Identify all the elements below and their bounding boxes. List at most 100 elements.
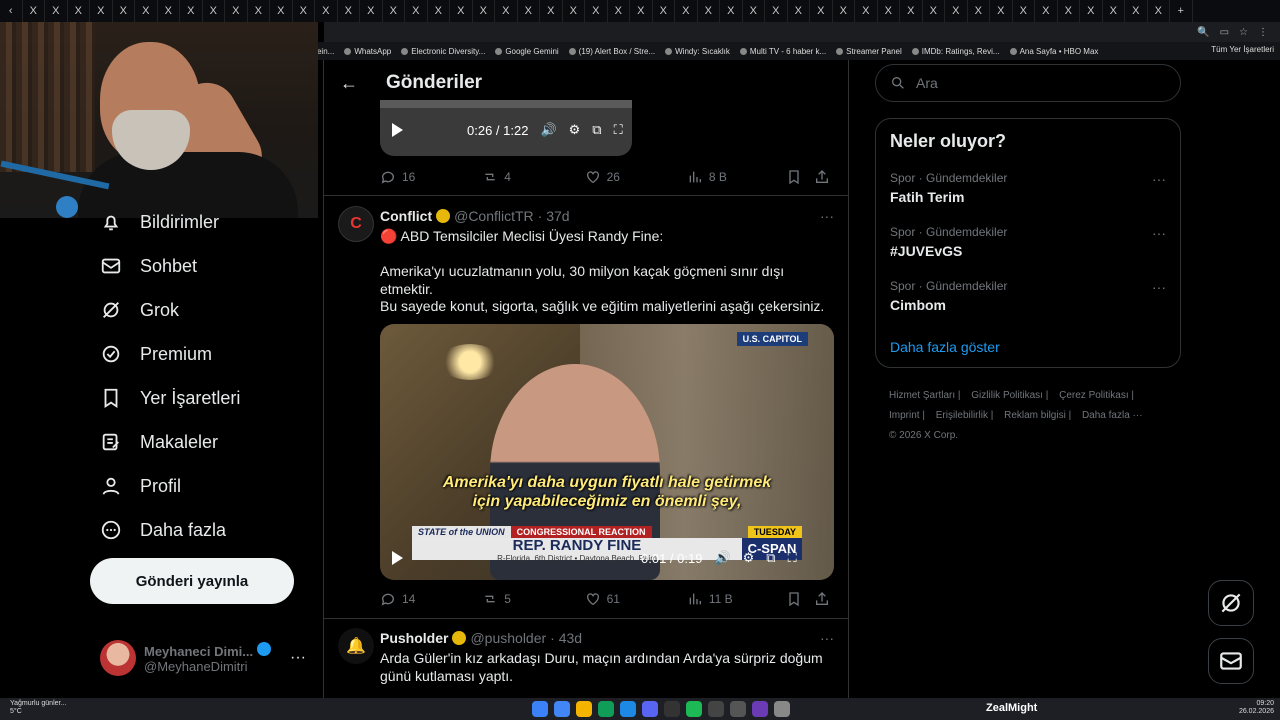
browser-tab[interactable]: X: [1148, 0, 1170, 22]
footer-link[interactable]: Imprint |: [889, 410, 925, 421]
browser-tab[interactable]: X: [315, 0, 338, 22]
spotify-icon[interactable]: [686, 701, 702, 717]
app-icon[interactable]: [598, 701, 614, 717]
browser-tab[interactable]: X: [585, 0, 608, 22]
nav-item-6[interactable]: Profil: [90, 464, 320, 508]
footer-link[interactable]: Hizmet Şartları |: [889, 390, 961, 401]
footer-link[interactable]: Gizlilik Politikası |: [971, 390, 1048, 401]
browser-tab[interactable]: X: [675, 0, 698, 22]
app-icon[interactable]: [664, 701, 680, 717]
browser-tab[interactable]: X: [248, 0, 270, 22]
app-icon[interactable]: [730, 701, 746, 717]
browser-tab[interactable]: X: [360, 0, 383, 22]
bookmark-item[interactable]: Google Gemini: [491, 47, 564, 56]
repost-button[interactable]: 5: [482, 591, 584, 607]
browser-tab[interactable]: X: [203, 0, 225, 22]
weather-widget[interactable]: Yağmurlu günler... 5°C: [10, 700, 66, 716]
browser-tab[interactable]: X: [630, 0, 653, 22]
trend-more-icon[interactable]: ···: [1152, 225, 1166, 241]
app-icon[interactable]: [752, 701, 768, 717]
extensions-icon[interactable]: ⋮: [1258, 27, 1268, 38]
browser-tab[interactable]: X: [135, 0, 158, 22]
browser-tab[interactable]: X: [495, 0, 518, 22]
nav-item-2[interactable]: Grok: [90, 288, 320, 332]
browser-tab[interactable]: X: [743, 0, 765, 22]
browser-tab[interactable]: X: [720, 0, 743, 22]
back-arrow-icon[interactable]: ←: [340, 73, 358, 94]
nav-item-7[interactable]: Daha fazla: [90, 508, 320, 552]
trend-item[interactable]: Spor · Gündemdekiler Fatih Terim ···: [890, 171, 1166, 205]
footer-link[interactable]: Erişilebilirlik |: [936, 410, 994, 421]
browser-tab[interactable]: X: [1103, 0, 1125, 22]
chrome-icon[interactable]: [554, 701, 570, 717]
views-button[interactable]: 11 B: [687, 591, 786, 607]
post2-author[interactable]: Conflict: [380, 208, 432, 224]
post3-handle[interactable]: @pusholder: [470, 630, 546, 646]
pusholder-avatar[interactable]: 🔔: [338, 628, 374, 664]
browser-tab[interactable]: X: [1125, 0, 1148, 22]
browser-tab[interactable]: X: [765, 0, 788, 22]
post3-age[interactable]: · 43d: [550, 630, 582, 646]
browser-tab[interactable]: X: [810, 0, 833, 22]
nav-item-3[interactable]: Premium: [90, 332, 320, 376]
browser-tab[interactable]: X: [180, 0, 203, 22]
browser-tab[interactable]: X: [383, 0, 405, 22]
browser-tab[interactable]: X: [608, 0, 630, 22]
browser-tab[interactable]: X: [405, 0, 428, 22]
browser-tab[interactable]: X: [428, 0, 450, 22]
all-bookmarks[interactable]: Tüm Yer İşaretleri: [1211, 45, 1274, 54]
like-button[interactable]: 61: [585, 591, 687, 607]
post2-age[interactable]: · 37d: [538, 208, 570, 224]
fullscreen-icon[interactable]: ⛶: [788, 550, 797, 566]
views-button[interactable]: 8 B: [687, 169, 786, 185]
browser-tab[interactable]: X: [225, 0, 248, 22]
more-icon[interactable]: ···: [290, 649, 306, 667]
system-clock[interactable]: 09:20 26.02.2026: [1239, 700, 1274, 716]
cast-icon[interactable]: ▭: [1220, 27, 1229, 38]
browser-tab[interactable]: X: [473, 0, 495, 22]
trend-more-icon[interactable]: ···: [1152, 171, 1166, 187]
grok-fab[interactable]: [1208, 580, 1254, 626]
pip-icon[interactable]: ⧉: [592, 122, 601, 138]
account-switcher[interactable]: Meyhaneci Dimi... @MeyhaneDimitri ···: [100, 636, 320, 680]
browser-tab[interactable]: X: [1080, 0, 1103, 22]
nav-item-5[interactable]: Makaleler: [90, 420, 320, 464]
bookmark-item[interactable]: Streamer Panel: [832, 47, 908, 56]
fullscreen-icon[interactable]: ⛶: [614, 122, 623, 138]
messages-fab[interactable]: [1208, 638, 1254, 684]
browser-tab[interactable]: X: [68, 0, 90, 22]
browser-tab[interactable]: X: [563, 0, 585, 22]
settings-icon[interactable]: ⚙: [569, 122, 581, 138]
trend-item[interactable]: Spor · Gündemdekiler #JUVEvGS ···: [890, 225, 1166, 259]
nav-item-4[interactable]: Yer İşaretleri: [90, 376, 320, 420]
browser-tab[interactable]: X: [900, 0, 923, 22]
trend-more-icon[interactable]: ···: [1152, 279, 1166, 295]
explorer-icon[interactable]: [576, 701, 592, 717]
app-icon[interactable]: [774, 701, 790, 717]
browser-tab[interactable]: X: [450, 0, 473, 22]
post3-more-icon[interactable]: ···: [820, 630, 834, 646]
pip-icon[interactable]: ⧉: [766, 550, 775, 566]
browser-tab[interactable]: X: [833, 0, 855, 22]
browser-tab[interactable]: X: [90, 0, 113, 22]
play-icon[interactable]: [392, 551, 403, 565]
footer-link[interactable]: Çerez Politikası |: [1059, 390, 1134, 401]
volume-icon[interactable]: 🔊: [540, 122, 556, 138]
settings-icon[interactable]: ⚙: [743, 550, 755, 566]
browser-tab[interactable]: ‹: [0, 0, 23, 22]
share-button[interactable]: [814, 591, 830, 607]
star-icon[interactable]: ☆: [1239, 27, 1248, 38]
discord-icon[interactable]: [642, 701, 658, 717]
nav-item-0[interactable]: Bildirimler: [90, 200, 320, 244]
search-input[interactable]: Ara: [875, 64, 1181, 102]
app-icon[interactable]: [708, 701, 724, 717]
zoom-icon[interactable]: 🔍: [1197, 27, 1209, 38]
app-icon[interactable]: [620, 701, 636, 717]
browser-tab[interactable]: X: [270, 0, 293, 22]
post1-video[interactable]: 0:26 / 1:22 🔊 ⚙ ⧉ ⛶: [380, 100, 632, 156]
browser-tab[interactable]: X: [990, 0, 1013, 22]
browser-tab[interactable]: X: [23, 0, 45, 22]
browser-tab[interactable]: +: [1170, 0, 1193, 22]
browser-tab[interactable]: X: [698, 0, 720, 22]
bookmark-item[interactable]: WhatsApp: [340, 47, 397, 56]
